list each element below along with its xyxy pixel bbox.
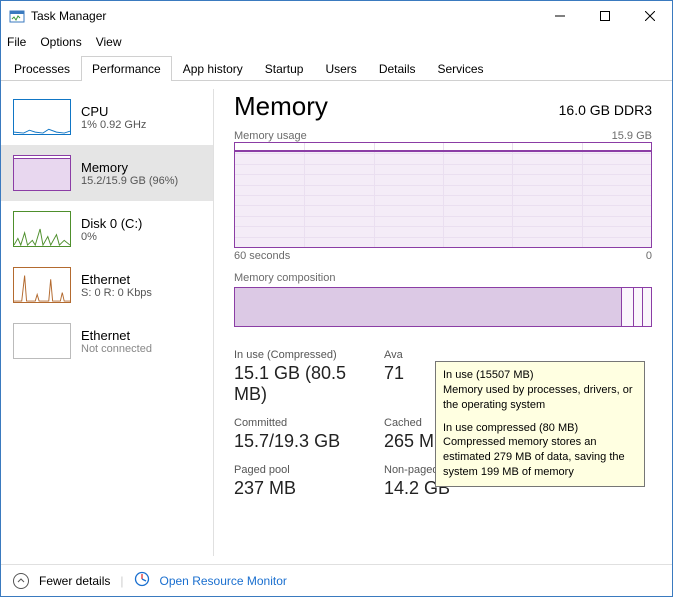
footer: Fewer details | Open Resource Monitor [1, 564, 672, 596]
minimize-button[interactable] [537, 1, 582, 31]
tooltip-line: In use compressed (80 MB) [443, 421, 637, 436]
chevron-up-icon[interactable] [13, 573, 29, 589]
main-panel: Memory 16.0 GB DDR3 Memory usage 15.9 GB… [214, 81, 672, 564]
stat-value-inuse: 15.1 GB (80.5 MB) [234, 363, 384, 405]
tab-details[interactable]: Details [368, 56, 427, 81]
sidebar-item-sub: 15.2/15.9 GB (96%) [81, 175, 178, 187]
axis-left: 60 seconds [234, 250, 290, 262]
window-title: Task Manager [31, 9, 537, 23]
capacity-label: 16.0 GB DDR3 [559, 102, 652, 118]
sidebar-item-ethernet[interactable]: Ethernet S: 0 R: 0 Kbps [1, 257, 213, 313]
sidebar-item-sub: 1% 0.92 GHz [81, 119, 146, 131]
stat-label-paged: Paged pool [234, 464, 384, 476]
usage-label-left: Memory usage [234, 130, 307, 142]
memory-tooltip: In use (15507 MB) Memory used by process… [435, 361, 645, 487]
tooltip-line: Memory used by processes, drivers, or th… [443, 383, 637, 413]
sidebar: CPU 1% 0.92 GHz Memory 15.2/15.9 GB (96%… [1, 81, 213, 564]
sidebar-item-sub: Not connected [81, 343, 152, 355]
app-icon [9, 8, 25, 24]
memory-composition-chart[interactable] [234, 287, 652, 327]
content-area: CPU 1% 0.92 GHz Memory 15.2/15.9 GB (96%… [1, 81, 672, 564]
open-resource-monitor-link[interactable]: Open Resource Monitor [160, 574, 287, 588]
sidebar-item-ethernet-2[interactable]: Ethernet Not connected [1, 313, 213, 369]
menu-options[interactable]: Options [40, 35, 81, 49]
axis-right: 0 [646, 250, 652, 262]
memory-usage-chart[interactable] [234, 142, 652, 248]
sidebar-item-label: Memory [81, 160, 178, 175]
fewer-details-button[interactable]: Fewer details [39, 574, 110, 588]
ethernet-thumbnail [13, 267, 71, 303]
stat-value-committed: 15.7/19.3 GB [234, 431, 384, 452]
menu-bar: File Options View [1, 31, 672, 53]
memory-thumbnail [13, 155, 71, 191]
usage-label-right: 15.9 GB [612, 130, 652, 142]
composition-label: Memory composition [234, 272, 652, 284]
tab-startup[interactable]: Startup [254, 56, 315, 81]
tab-users[interactable]: Users [314, 56, 367, 81]
menu-file[interactable]: File [7, 35, 26, 49]
sidebar-item-label: Disk 0 (C:) [81, 216, 142, 231]
page-title: Memory [234, 91, 328, 122]
sidebar-item-label: Ethernet [81, 272, 152, 287]
separator: | [120, 574, 123, 588]
stat-label-available: Ava [384, 349, 524, 361]
sidebar-item-label: Ethernet [81, 328, 152, 343]
tooltip-line: Compressed memory stores an estimated 27… [443, 435, 637, 480]
tab-services[interactable]: Services [427, 56, 495, 81]
sidebar-item-label: CPU [81, 104, 146, 119]
sidebar-item-cpu[interactable]: CPU 1% 0.92 GHz [1, 89, 213, 145]
title-bar: Task Manager [1, 1, 672, 31]
sidebar-item-disk[interactable]: Disk 0 (C:) 0% [1, 201, 213, 257]
sidebar-item-memory[interactable]: Memory 15.2/15.9 GB (96%) [1, 145, 213, 201]
tab-processes[interactable]: Processes [3, 56, 81, 81]
stat-label-inuse: In use (Compressed) [234, 349, 384, 361]
close-button[interactable] [627, 1, 672, 31]
resource-monitor-icon[interactable] [134, 571, 150, 590]
maximize-button[interactable] [582, 1, 627, 31]
ethernet2-thumbnail [13, 323, 71, 359]
tab-performance[interactable]: Performance [81, 56, 172, 81]
menu-view[interactable]: View [96, 35, 122, 49]
disk-thumbnail [13, 211, 71, 247]
tab-strip: Processes Performance App history Startu… [1, 55, 672, 81]
cpu-thumbnail [13, 99, 71, 135]
stat-label-committed: Committed [234, 417, 384, 429]
stat-value-paged: 237 MB [234, 478, 384, 499]
tooltip-line: In use (15507 MB) [443, 368, 637, 383]
sidebar-item-sub: S: 0 R: 0 Kbps [81, 287, 152, 299]
sidebar-item-sub: 0% [81, 231, 142, 243]
tab-app-history[interactable]: App history [172, 56, 254, 81]
